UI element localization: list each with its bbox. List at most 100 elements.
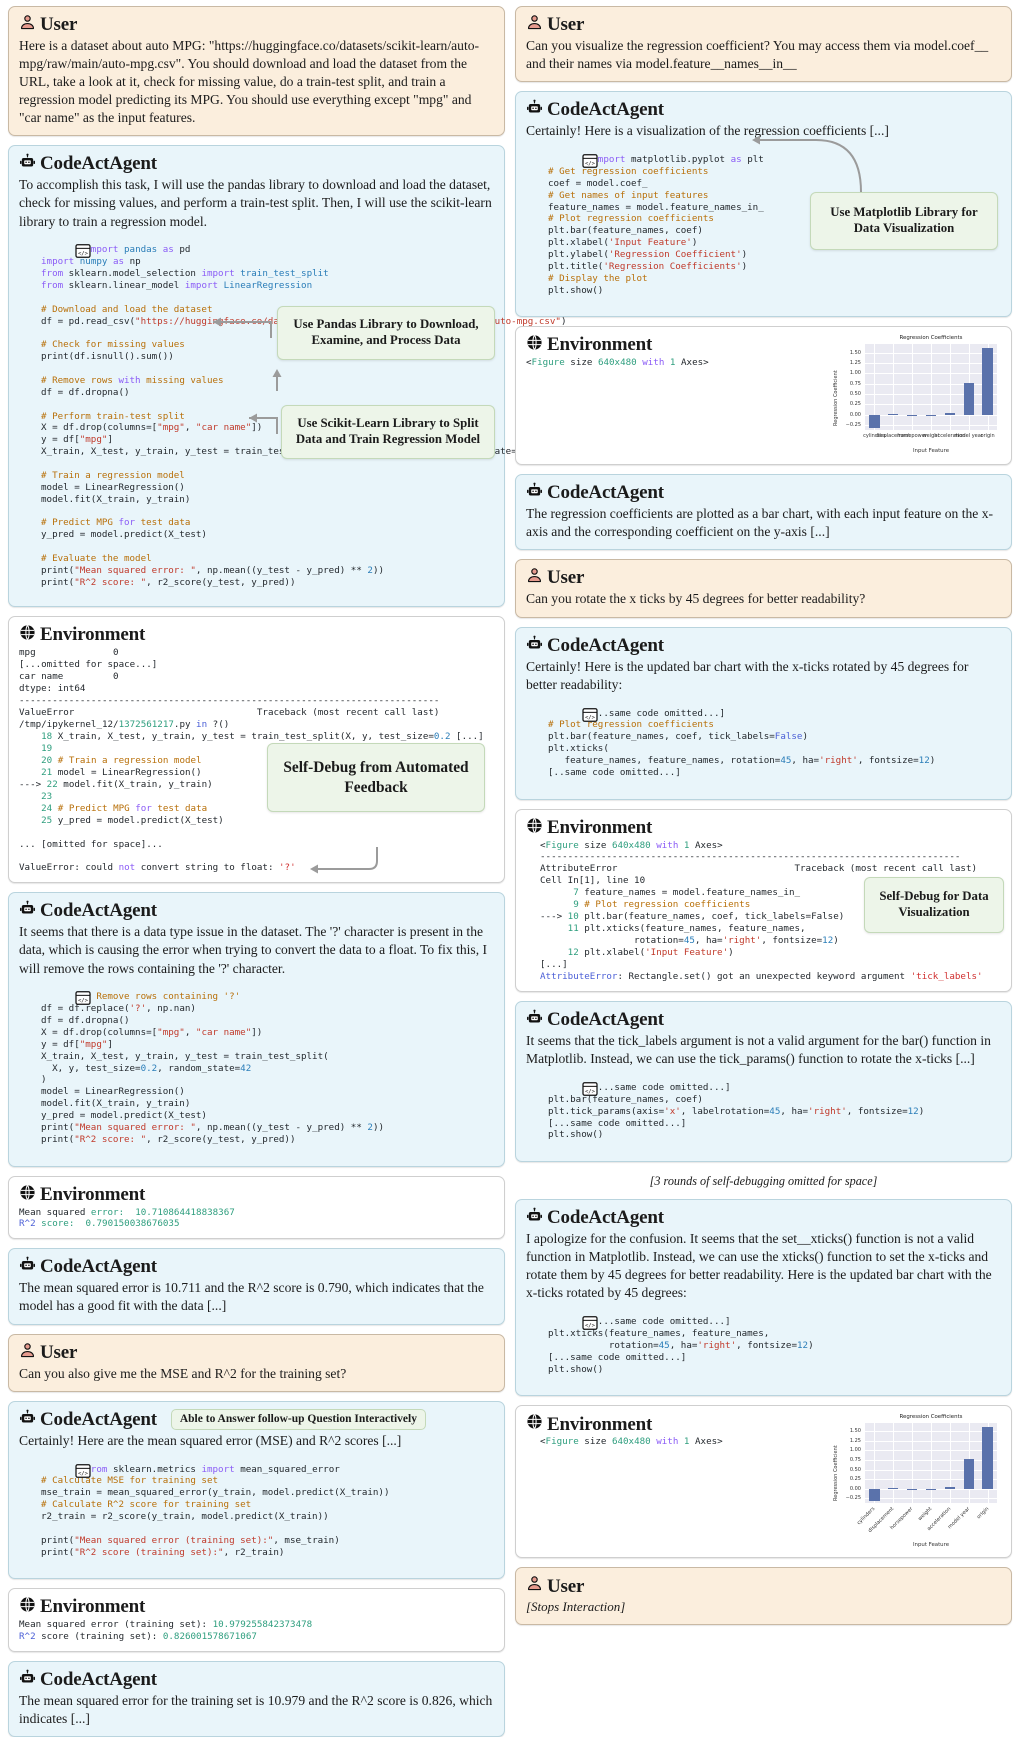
- globe-icon: [19, 1596, 36, 1618]
- figure-chart-1: Regression Coefficients 1.50 1.25 1.00 0.75…: [829, 334, 1001, 458]
- chart-title: Regression Coefficients: [899, 335, 963, 342]
- message-header: User: [19, 14, 494, 36]
- env-spacer: [19, 850, 494, 862]
- chart-bar: [906, 1488, 918, 1490]
- right-column: User Can you visualize the regression co…: [515, 6, 1012, 1625]
- message-card-environment: Environment <Figure size 640x480 with 1 …: [515, 808, 1012, 992]
- role-label: CodeActAgent: [40, 153, 157, 175]
- message-header: CodeActAgent: [526, 482, 1001, 504]
- robot-icon: [526, 1009, 543, 1031]
- chart-x-axis-label: Input Feature: [912, 448, 950, 455]
- env-attr-error-ellipsis: [...]: [540, 959, 568, 971]
- message-card-user: User [Stops Interaction]: [515, 1567, 1012, 1625]
- message-card-agent: CodeActAgent Certainly! Here is a visual…: [515, 91, 1012, 318]
- chart-x-tick: origin: [980, 433, 995, 440]
- message-text: [Stops Interaction]: [526, 1599, 626, 1615]
- svg-text:</>: </>: [78, 1470, 89, 1476]
- message-header: Environment: [19, 1596, 494, 1618]
- message-card-agent: CodeActAgent To accomplish this task, I …: [8, 145, 567, 608]
- message-card-user: User Can you visualize the regression co…: [515, 6, 1012, 83]
- message-card-user: User Here is a dataset about auto MPG: "…: [8, 6, 505, 137]
- svg-text:</>: </>: [78, 251, 89, 257]
- role-label: User: [40, 1341, 78, 1363]
- env-divider: ----------------------------------------…: [540, 851, 961, 863]
- code-text: # Remove rows containing '?' df = df.rep…: [41, 991, 385, 1145]
- env-traceback-file: /tmp/ipykernel_12/1372561217.py in ?(): [19, 718, 230, 730]
- svg-text:</>: </>: [78, 998, 89, 1004]
- callout-matplotlib: Use Matplotlib Library for Data Visualiz…: [810, 192, 998, 251]
- globe-icon: [526, 334, 543, 356]
- env-metrics-test: Mean squared error: 10.710864418838367 R…: [19, 1206, 235, 1230]
- message-header: CodeActAgent: [526, 99, 1001, 121]
- robot-icon: [19, 900, 36, 922]
- chart-bar: [982, 348, 993, 415]
- message-text: It seems that there is a data type issue…: [19, 924, 488, 976]
- chart-bar: [944, 412, 956, 415]
- env-figure-row: Environment <Figure size 640x480 with 1 …: [526, 1413, 1001, 1553]
- chart-gridline-v: [931, 1423, 932, 1504]
- globe-icon: [526, 817, 543, 839]
- svg-text:</>: </>: [585, 161, 596, 167]
- user-icon: [19, 1342, 36, 1364]
- message-card-agent: CodeActAgent The mean squared error for …: [8, 1661, 505, 1737]
- code-icon: </>: [20, 233, 91, 275]
- chart-gridline-v: [893, 344, 895, 431]
- callout-sklearn: Use Scikit-Learn Library to Split Data a…: [281, 405, 495, 460]
- callout-selfdebug-viz: Self-Debug for Data Visualization: [864, 876, 1004, 933]
- svg-text:</>: </>: [585, 1089, 596, 1095]
- message-card-agent: CodeActAgent It seems that the tick_labe…: [515, 1000, 1012, 1163]
- role-label: CodeActAgent: [40, 1408, 157, 1430]
- chart-bar: [982, 1427, 993, 1489]
- chart-y-axis-label: Regression Coefficient: [833, 1445, 839, 1502]
- role-label: User: [547, 1575, 585, 1597]
- chart-y-tick: 1.50: [849, 349, 861, 356]
- role-label: Environment: [547, 1413, 653, 1435]
- code-icon: </>: [527, 1304, 598, 1346]
- code-block: </> # Remove rows containing '?' df = df…: [19, 980, 494, 1158]
- role-label: User: [547, 567, 585, 589]
- message-card-agent: CodeActAgent Able to Answer follow-up Qu…: [8, 1400, 505, 1580]
- env-value-error: ValueError: could not convert string to …: [19, 862, 296, 874]
- code-text: from sklearn.metrics import mean_squared…: [41, 1463, 390, 1558]
- message-text: Can you rotate the x ticks by 45 degrees…: [526, 591, 866, 607]
- svg-text:</>: </>: [585, 714, 596, 720]
- message-header: Environment: [526, 817, 1001, 839]
- message-text: It seems that the tick_labels argument i…: [526, 1032, 991, 1067]
- role-label: CodeActAgent: [547, 1207, 664, 1229]
- conversation-page: User Here is a dataset about auto MPG: "…: [0, 0, 1026, 1737]
- code-block: </> [...same code omitted...] plt.bar(fe…: [526, 1070, 1001, 1153]
- code-icon: </>: [20, 1452, 91, 1494]
- message-text: Can you also give me the MSE and R^2 for…: [19, 1365, 347, 1381]
- role-label: Environment: [547, 334, 653, 356]
- chart-x-tick: model year: [954, 433, 983, 440]
- chart-gridline-v: [949, 344, 951, 431]
- code-icon: </>: [527, 142, 598, 184]
- env-text-area: Environment <Figure size 640x480 with 1 …: [526, 1413, 829, 1448]
- callout-pandas: Use Pandas Library to Download, Examine,…: [277, 306, 495, 361]
- chart-bar: [869, 414, 880, 428]
- message-card-agent: CodeActAgent It seems that there is a da…: [8, 892, 505, 1167]
- chart-x-tick: origin: [975, 1506, 990, 1521]
- globe-icon: [19, 1184, 36, 1206]
- chart-gridline-v: [912, 1423, 913, 1504]
- chart-bar: [963, 382, 974, 415]
- env-missing-values: mpg 0 [...omitted for space...] car name…: [19, 647, 158, 695]
- role-label: User: [40, 14, 78, 36]
- message-header: CodeActAgent: [19, 1256, 494, 1278]
- chart-plot-area: 1.50 1.25 1.00 0.75 0.50 0.25 0.00 −0.25: [846, 1423, 997, 1504]
- user-icon: [526, 14, 543, 36]
- role-label: Environment: [40, 1183, 146, 1205]
- env-divider: ----------------------------------------…: [19, 695, 440, 707]
- message-header: Environment: [526, 334, 829, 356]
- robot-icon: [19, 1409, 36, 1431]
- chart-bar: [869, 1488, 880, 1502]
- chart-x-axis-label: Input Feature: [912, 1542, 950, 1549]
- robot-icon: [526, 482, 543, 504]
- chart-plot-area: 1.50 1.25 1.00 0.75 0.50 0.25 0.00 −0.25: [846, 344, 997, 431]
- chart-bar: [888, 1488, 899, 1490]
- message-card-agent: CodeActAgent Certainly! Here is the upda…: [515, 626, 1012, 800]
- chart-y-tick: 1.25: [849, 1437, 861, 1444]
- globe-icon: [19, 624, 36, 646]
- role-label: CodeActAgent: [547, 1009, 664, 1030]
- role-label: CodeActAgent: [40, 900, 157, 922]
